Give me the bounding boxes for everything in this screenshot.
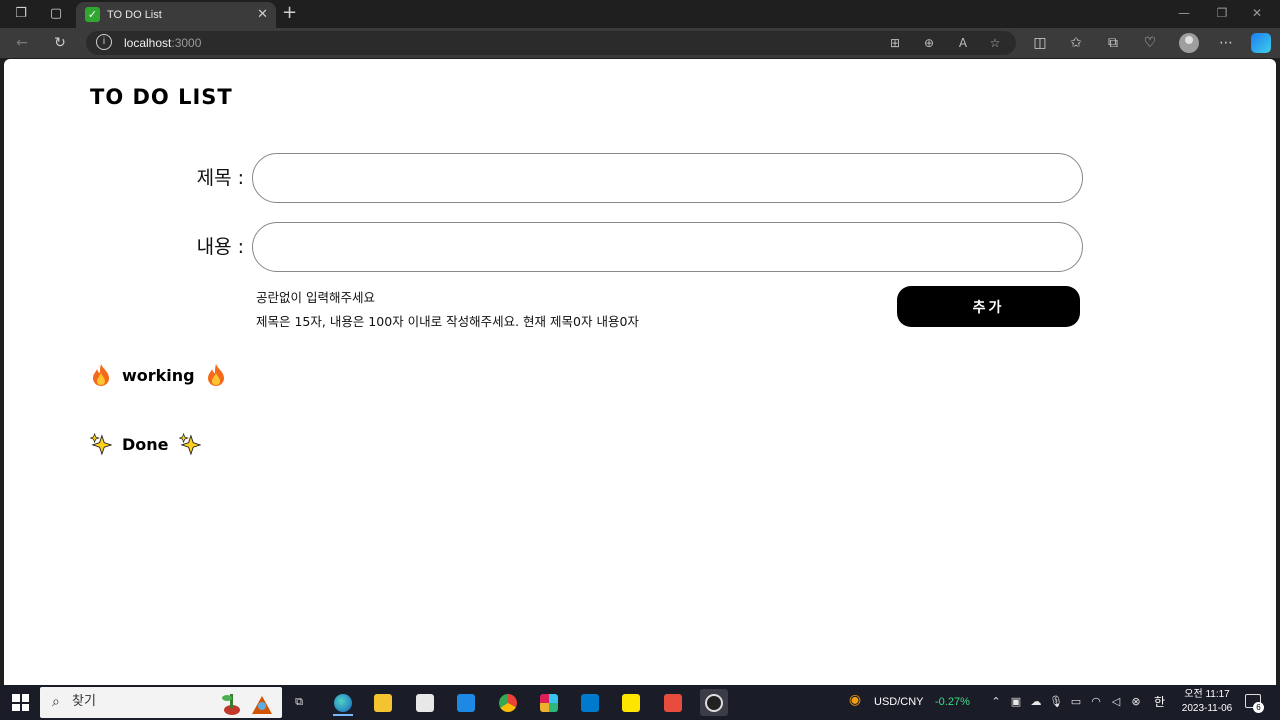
battery-icon[interactable]: ▭ [1069,695,1083,709]
search-placeholder: 찾기 [72,694,96,709]
new-tab-icon[interactable]: + [282,3,297,23]
zoom-icon[interactable]: ⊕ [920,34,938,52]
refresh-icon[interactable]: ↻ [50,33,70,53]
security-icon[interactable]: ⊗ [1129,695,1143,709]
maximize-icon[interactable]: ❐ [1212,4,1232,22]
fire-icon [207,364,224,386]
checkmark-favicon-icon: ✓ [85,7,100,22]
address-text[interactable]: localhost:3000 [124,34,201,52]
more-menu-icon[interactable]: ⋯ [1216,33,1236,53]
collections-icon[interactable]: ⧉ [1103,33,1123,53]
site-info-icon[interactable]: i [96,34,112,50]
sparkles-icon [178,432,201,456]
copilot-icon[interactable] [1251,33,1271,53]
fire-icon [93,364,109,386]
taskbar-vscode-app[interactable] [576,689,604,716]
working-title: working [122,365,195,385]
page-viewport: TO DO LIST 제목 : 내용 : 공란없이 입력해주세요 제목은 15자… [4,59,1276,685]
browser-tab-bar: ❐ ▢ ✓ TO DO List ✕ + — ❐ ✕ [0,0,1280,28]
show-hidden-icons-icon[interactable]: ⌃ [989,695,1003,709]
taskbar-store-app[interactable] [411,689,439,716]
microphone-icon[interactable]: 🎙 [1049,695,1063,709]
minimize-icon[interactable]: — [1174,4,1194,22]
taskbar-clock[interactable]: 오전 11:17 2023-11-06 [1178,688,1236,716]
windows-taskbar: ⌕ 찾기 ⧉ ◉ USD/CNY -0.27% ⌃ ▣ ☁ 🎙 ▭ ◠ ◁ ⊗ … [0,685,1280,720]
ticker-change: -0.27% [935,696,970,708]
taskbar-search-box[interactable]: ⌕ 찾기 [40,687,282,718]
task-view-icon[interactable]: ⧉ [292,695,306,709]
ticker-name[interactable]: USD/CNY [874,695,924,709]
taskbar-chrome-app[interactable] [494,689,522,716]
hint-length-counter: 제목은 15자, 내용은 100자 이내로 작성해주세요. 현재 제목0자 내용… [256,314,639,329]
taskbar-edge-app[interactable] [329,689,357,716]
profile-avatar[interactable] [1179,33,1199,53]
split-screen-icon[interactable]: ◫ [1030,33,1050,53]
done-section-header: Done [90,432,201,456]
title-input[interactable] [252,153,1083,203]
workspaces-icon[interactable]: ❐ [12,5,30,23]
taskbar-explorer-app[interactable] [369,689,397,716]
taskbar-app-red[interactable] [659,689,687,716]
windows-start-icon[interactable] [12,694,29,711]
taskbar-kakaotalk-app[interactable] [617,689,645,716]
back-icon[interactable]: ← [12,33,32,53]
browser-nav-bar: ← ↻ i localhost:3000 ⊞ ⊕ A ☆ ◫ ✩ ⧉ ♡ ⋯ [0,28,1280,58]
cloud-sync-icon[interactable]: ☁ [1029,695,1043,709]
close-window-icon[interactable]: ✕ [1247,4,1267,22]
page-title: TO DO LIST [90,85,233,109]
notification-count-badge: 6 [1253,702,1264,713]
address-bar[interactable]: i localhost:3000 ⊞ ⊕ A ☆ [86,31,1016,55]
meet-now-icon[interactable]: ▣ [1009,695,1023,709]
wifi-icon[interactable]: ◠ [1089,695,1103,709]
clock-time: 오전 11:17 [1184,689,1230,700]
taskbar-slack-app[interactable] [535,689,563,716]
favorites-icon[interactable]: ✩ [1066,33,1086,53]
search-highlight-illustration [222,694,272,715]
content-label: 내용 : [196,236,244,258]
clock-date: 2023-11-06 [1181,703,1233,714]
done-title: Done [122,434,169,454]
ime-indicator[interactable]: 한 [1154,695,1165,709]
ticker-icon: ◉ [848,692,862,708]
tab-title: TO DO List [107,9,162,21]
search-icon: ⌕ [52,694,60,710]
taskbar-obs-app[interactable] [700,689,728,716]
volume-icon[interactable]: ◁ [1109,695,1123,709]
browser-essentials-icon[interactable]: ♡ [1140,33,1160,53]
title-label: 제목 : [196,167,244,189]
tab-actions-icon[interactable]: ▢ [47,5,65,23]
hint-required: 공란없이 입력해주세요 [256,290,375,305]
taskbar-mail-app[interactable] [452,689,480,716]
read-aloud-icon[interactable]: A [954,34,972,52]
sparkles-icon [90,432,112,456]
app-available-icon[interactable]: ⊞ [886,34,904,52]
browser-tab-active[interactable]: ✓ TO DO List ✕ [76,2,276,28]
content-input[interactable] [252,222,1083,272]
favorite-star-icon[interactable]: ☆ [986,34,1004,52]
working-section-header: working [90,363,227,387]
tab-close-icon[interactable]: ✕ [257,6,268,24]
add-button[interactable]: 추가 [897,286,1080,327]
